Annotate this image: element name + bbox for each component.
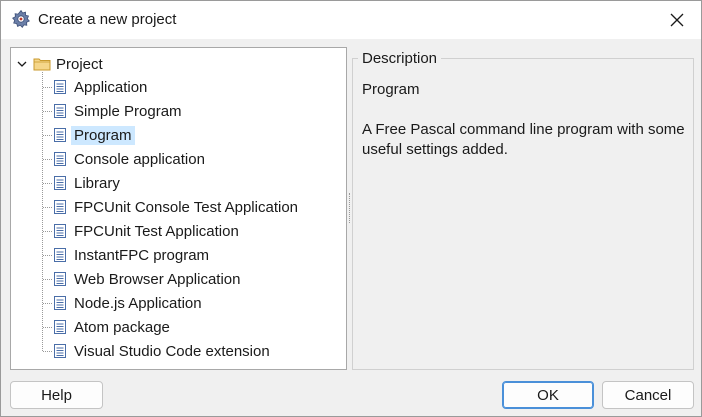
splitter-grip <box>349 193 351 223</box>
tree-item-label: Atom package <box>74 318 170 336</box>
tree-item-label: Program <box>71 125 135 145</box>
tree-item-nodejs-application[interactable]: Node.js Application <box>53 292 205 314</box>
document-icon <box>53 247 67 263</box>
document-icon <box>53 103 67 119</box>
document-icon <box>53 151 67 167</box>
document-icon <box>53 343 67 359</box>
tree-item-program[interactable]: Program <box>53 124 135 146</box>
tree-root-label: Project <box>56 55 103 73</box>
description-legend: Description <box>358 50 442 67</box>
tree-item-instantfpc-program[interactable]: InstantFPC program <box>53 244 212 266</box>
document-icon <box>53 271 67 287</box>
description-text: A Free Pascal command line program with … <box>362 121 685 158</box>
tree-item-fpcunit-test-application[interactable]: FPCUnit Test Application <box>53 220 242 242</box>
tree-item-library[interactable]: Library <box>53 172 123 194</box>
tree-item-label: Visual Studio Code extension <box>74 342 270 360</box>
document-icon <box>53 79 67 95</box>
project-type-tree[interactable]: Project Application Simple Program Progr… <box>10 47 347 370</box>
tree-item-label: Web Browser Application <box>74 270 241 288</box>
document-icon <box>53 319 67 335</box>
description-project-name: Program <box>362 81 420 98</box>
tree-item-web-browser-application[interactable]: Web Browser Application <box>53 268 243 290</box>
tree-item-label: FPCUnit Console Test Application <box>74 198 299 216</box>
dialog-title: Create a new project <box>38 11 177 28</box>
tree-item-vscode-extension[interactable]: Visual Studio Code extension <box>53 340 273 362</box>
document-icon <box>53 295 67 311</box>
tree-item-label: InstantFPC program <box>74 246 210 264</box>
tree-root-project[interactable]: Project <box>15 54 106 74</box>
gear-icon <box>11 9 31 29</box>
tree-item-atom-package[interactable]: Atom package <box>53 316 173 338</box>
tree-item-fpcunit-console-test-application[interactable]: FPCUnit Console Test Application <box>53 196 301 218</box>
document-icon <box>53 175 67 191</box>
close-button[interactable] <box>657 3 697 37</box>
folder-icon <box>33 57 51 71</box>
tree-item-console-application[interactable]: Console application <box>53 148 208 170</box>
tree-item-label: Library <box>74 174 120 192</box>
help-button[interactable]: Help <box>10 381 103 409</box>
ok-button[interactable]: OK <box>502 381 594 409</box>
tree-item-simple-program[interactable]: Simple Program <box>53 100 185 122</box>
tree-item-label: Node.js Application <box>74 294 202 312</box>
tree-item-label: Simple Program <box>74 102 182 120</box>
tree-item-application[interactable]: Application <box>53 76 150 98</box>
tree-item-label: FPCUnit Test Application <box>74 222 239 240</box>
description-group <box>352 58 694 370</box>
close-icon <box>670 13 684 27</box>
cancel-button[interactable]: Cancel <box>602 381 694 409</box>
document-icon <box>53 127 67 143</box>
document-icon <box>53 223 67 239</box>
title-bar: Create a new project <box>1 1 701 39</box>
chevron-down-icon[interactable] <box>15 57 29 71</box>
document-icon <box>53 199 67 215</box>
new-project-dialog: Create a new project Project Application… <box>0 0 702 417</box>
tree-item-label: Console application <box>74 150 205 168</box>
tree-item-label: Application <box>74 78 148 96</box>
